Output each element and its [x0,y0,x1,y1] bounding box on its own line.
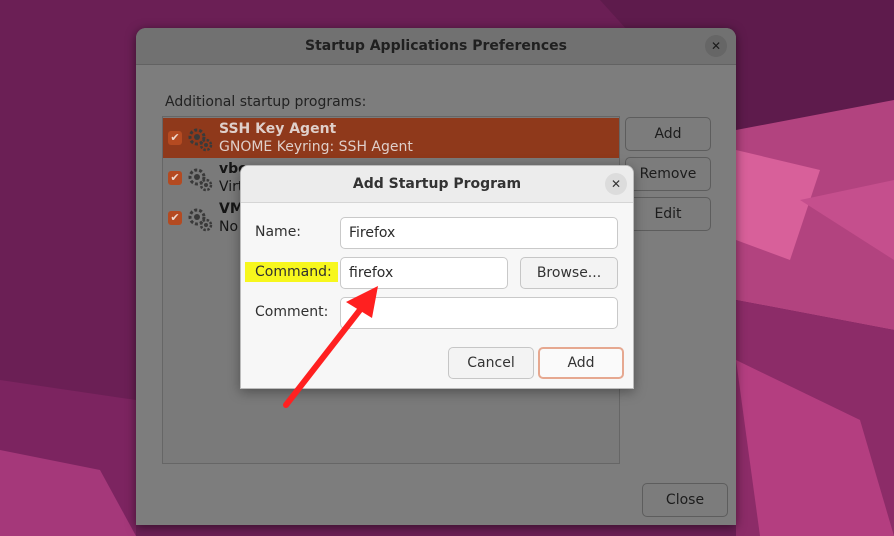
section-label: Additional startup programs: [165,94,367,110]
browse-button[interactable]: Browse... [520,257,618,289]
checkmark-icon: ✔ [170,171,180,184]
enable-checkbox[interactable]: ✔ [168,171,182,185]
command-field[interactable]: firefox [340,257,508,289]
window-close-button[interactable]: ✕ [705,35,727,57]
comment-field[interactable] [340,297,618,329]
enable-checkbox[interactable]: ✔ [168,211,182,225]
gears-icon [188,128,213,152]
gears-icon [188,168,213,192]
cancel-button[interactable]: Cancel [448,347,534,379]
edit-button[interactable]: Edit [625,197,711,231]
remove-button[interactable]: Remove [625,157,711,191]
comment-label: Comment: [255,304,329,320]
checkmark-icon: ✔ [170,131,180,144]
checkmark-icon: ✔ [170,211,180,224]
program-description: GNOME Keyring: SSH Agent [219,139,413,155]
window-title: Startup Applications Preferences [136,28,736,65]
add-button[interactable]: Add [625,117,711,151]
close-icon: ✕ [710,39,722,53]
add-startup-program-dialog: Add Startup Program ✕ Name: Firefox Comm… [240,165,634,389]
program-name: SSH Key Agent [219,121,337,137]
program-description: No [219,219,239,235]
dialog-close-button[interactable]: ✕ [605,173,627,195]
enable-checkbox[interactable]: ✔ [168,131,182,145]
close-button[interactable]: Close [642,483,728,517]
close-icon: ✕ [610,177,622,191]
command-label: Command: [245,262,338,282]
add-confirm-button[interactable]: Add [538,347,624,379]
gears-icon [188,208,213,232]
name-label: Name: [255,224,302,240]
dialog-title: Add Startup Program [241,166,633,203]
list-item[interactable]: ✔ SSH Key Agent GNOME Keyring: SSH Agent [163,118,619,158]
name-field[interactable]: Firefox [340,217,618,249]
